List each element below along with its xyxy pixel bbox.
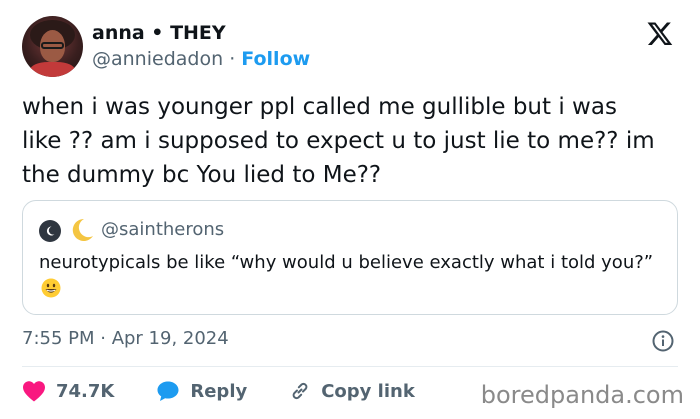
reply-button[interactable]: Reply	[156, 380, 247, 402]
crescent-moon-icon	[72, 218, 93, 241]
follow-button[interactable]: Follow	[241, 48, 310, 70]
quoted-author-avatar[interactable]	[39, 220, 61, 242]
divider	[22, 366, 678, 367]
author-avatar[interactable]	[22, 16, 83, 77]
like-button[interactable]: 74.7K	[22, 380, 114, 402]
tweet-text: when i was younger ppl called me gullibl…	[22, 94, 655, 188]
quoted-handle: @saintherons	[101, 219, 225, 240]
avatar-shirt	[30, 62, 75, 77]
x-logo-icon[interactable]	[646, 20, 674, 47]
link-icon	[292, 382, 308, 400]
quoted-text-block: neurotypicals be like “why would u belie…	[39, 249, 659, 303]
handle-separator: ·	[229, 48, 236, 70]
action-bar: 74.7K Reply Copy link	[22, 376, 457, 406]
author-handle[interactable]: @anniedadon	[92, 48, 223, 70]
quoted-text: neurotypicals be like “why would u belie…	[39, 252, 654, 273]
tweet-timestamp[interactable]: 7:55 PM · Apr 19, 2024	[22, 328, 229, 349]
heart-icon	[23, 381, 45, 402]
reply-bubble-icon	[157, 381, 179, 401]
author-display-name[interactable]: anna • THEY	[92, 22, 226, 44]
avatar-glasses	[41, 42, 64, 49]
quoted-tweet[interactable]: @saintherons neurotypicals be like “why …	[22, 200, 678, 315]
author-handle-row: @anniedadon · Follow	[92, 48, 310, 70]
copy-link-button[interactable]: Copy link	[289, 380, 415, 402]
like-count: 74.7K	[56, 380, 115, 402]
grinning-face-icon	[41, 278, 61, 298]
copy-link-label: Copy link	[321, 380, 415, 402]
reply-label: Reply	[190, 380, 248, 402]
moon-icon	[46, 226, 55, 236]
info-icon[interactable]	[652, 330, 674, 352]
watermark: boredpanda.com	[480, 381, 684, 409]
